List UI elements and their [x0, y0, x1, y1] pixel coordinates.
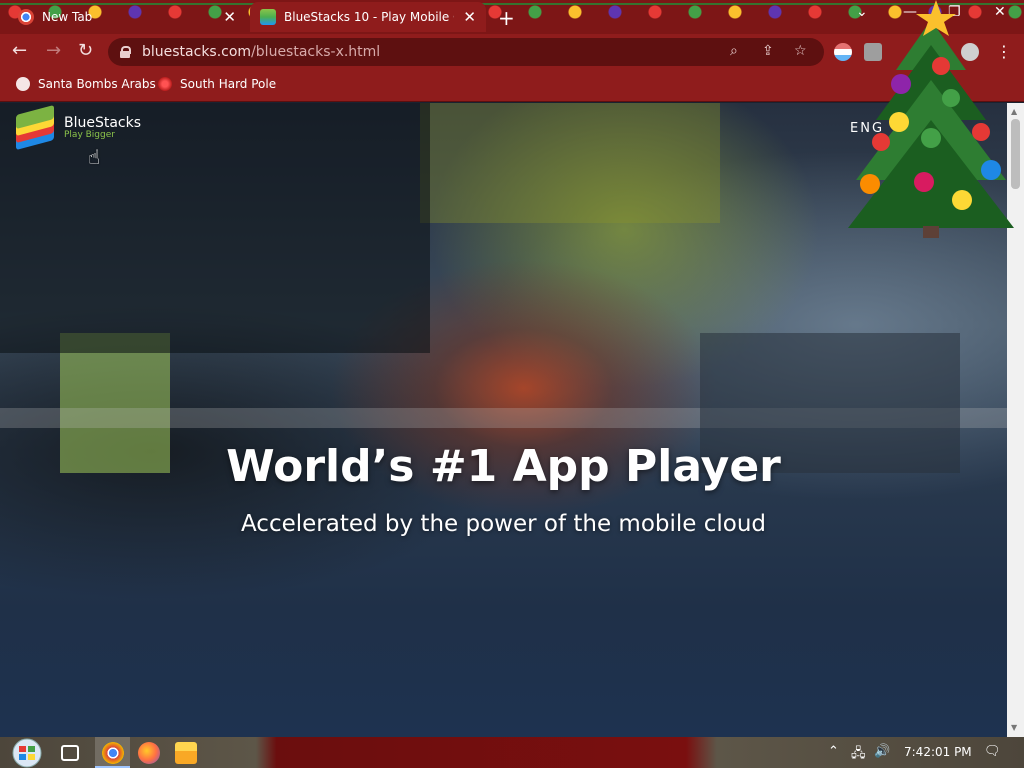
brand-tagline: Play Bigger	[64, 130, 115, 140]
bookmark-star-icon[interactable]: ☆	[794, 43, 807, 59]
lock-icon[interactable]	[120, 46, 131, 58]
bluestacks-favicon-icon	[260, 9, 276, 25]
windows-taskbar: ⌃ 🖧 🔊 7:42:01 PM 🗨	[0, 737, 1024, 768]
bluestacks-logo-icon	[16, 104, 54, 151]
taskbar-clock[interactable]: 7:42:01 PM	[904, 745, 972, 759]
hero-subtitle: Accelerated by the power of the mobile c…	[240, 511, 767, 537]
url-text[interactable]: bluestacks.com/bluestacks-x.html	[142, 44, 380, 60]
share-icon[interactable]: ⇪	[762, 43, 774, 59]
bluestacks-logo[interactable]: BlueStacks Play Bigger	[16, 104, 142, 151]
chrome-icon	[18, 9, 34, 25]
start-button-icon[interactable]	[8, 737, 46, 768]
bookmark-santa-bombs-arabs[interactable]: Santa Bombs Arabs	[16, 77, 156, 91]
file-explorer-icon[interactable]	[175, 742, 197, 764]
reload-icon[interactable]: ↻	[78, 40, 93, 61]
search-icon[interactable]: ⌕	[730, 43, 738, 59]
hand-cursor-icon: ☝	[88, 145, 101, 169]
forward-arrow-icon[interactable]: →	[46, 40, 61, 61]
show-hidden-icons-chevron-icon[interactable]: ⌃	[828, 744, 839, 759]
tab-bluestacks[interactable]: BlueStacks 10 - Play Mobile Gam ✕	[250, 2, 486, 32]
close-tab-icon[interactable]: ✕	[463, 8, 476, 26]
bookmark-favicon-icon	[158, 77, 172, 91]
new-tab-button[interactable]: +	[498, 6, 515, 30]
notification-center-icon[interactable]: 🗨	[984, 744, 1001, 759]
scroll-down-arrow-icon[interactable]: ▼	[1011, 723, 1017, 732]
network-icon[interactable]: 🖧	[851, 744, 866, 766]
bookmark-favicon-icon	[16, 77, 30, 91]
task-view-icon[interactable]	[61, 745, 79, 761]
bookmark-label: Santa Bombs Arabs	[38, 77, 156, 91]
url-host: bluestacks.com	[142, 44, 252, 60]
tab-title: New Tab	[42, 10, 93, 24]
back-arrow-icon[interactable]: ←	[12, 40, 27, 61]
tab-new-tab[interactable]: New Tab ✕	[8, 2, 246, 32]
video-background	[420, 103, 720, 223]
christmas-tree-icon	[848, 0, 1014, 238]
close-tab-icon[interactable]: ✕	[223, 8, 236, 26]
chrome-icon[interactable]	[102, 742, 124, 764]
firefox-icon[interactable]	[138, 742, 160, 764]
bookmark-label: South Hard Pole	[180, 77, 277, 91]
hero-title: World’s #1 App Player	[226, 441, 781, 492]
bookmark-south-hard-pole[interactable]: South Hard Pole	[158, 77, 276, 91]
brand-name: BlueStacks	[64, 115, 142, 131]
volume-icon[interactable]: 🔊	[874, 744, 890, 759]
url-path: /bluestacks-x.html	[251, 44, 381, 60]
address-bar[interactable]: bluestacks.com/bluestacks-x.html ⌕ ⇪ ☆	[108, 38, 824, 66]
tab-title: BlueStacks 10 - Play Mobile Gam	[284, 10, 454, 24]
